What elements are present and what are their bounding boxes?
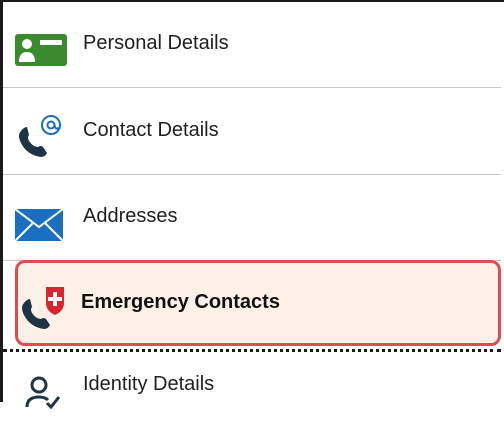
sidebar-item-label: Emergency Contacts	[81, 291, 280, 313]
sidebar-item-identity-details[interactable]: Identity Details	[3, 355, 501, 441]
phone-medical-icon	[18, 285, 78, 331]
phone-at-icon	[15, 113, 75, 159]
sidebar-item-label: Personal Details	[83, 32, 229, 54]
sidebar-item-emergency-contacts[interactable]: Emergency Contacts	[15, 260, 501, 346]
sidebar-item-addresses[interactable]: Addresses	[3, 175, 501, 261]
envelope-icon	[15, 199, 75, 245]
person-check-icon	[15, 369, 75, 415]
sidebar-item-contact-details[interactable]: Contact Details	[3, 89, 501, 175]
focus-dotted-underline	[3, 349, 501, 352]
sidebar-item-label: Contact Details	[83, 119, 219, 141]
sidebar-item-label: Addresses	[83, 205, 178, 227]
personal-card-icon	[15, 26, 75, 72]
sidebar-nav: Personal Details Contact Details Address…	[3, 2, 501, 410]
sidebar-item-label: Identity Details	[83, 373, 215, 395]
sidebar-item-personal-details[interactable]: Personal Details	[3, 2, 501, 88]
